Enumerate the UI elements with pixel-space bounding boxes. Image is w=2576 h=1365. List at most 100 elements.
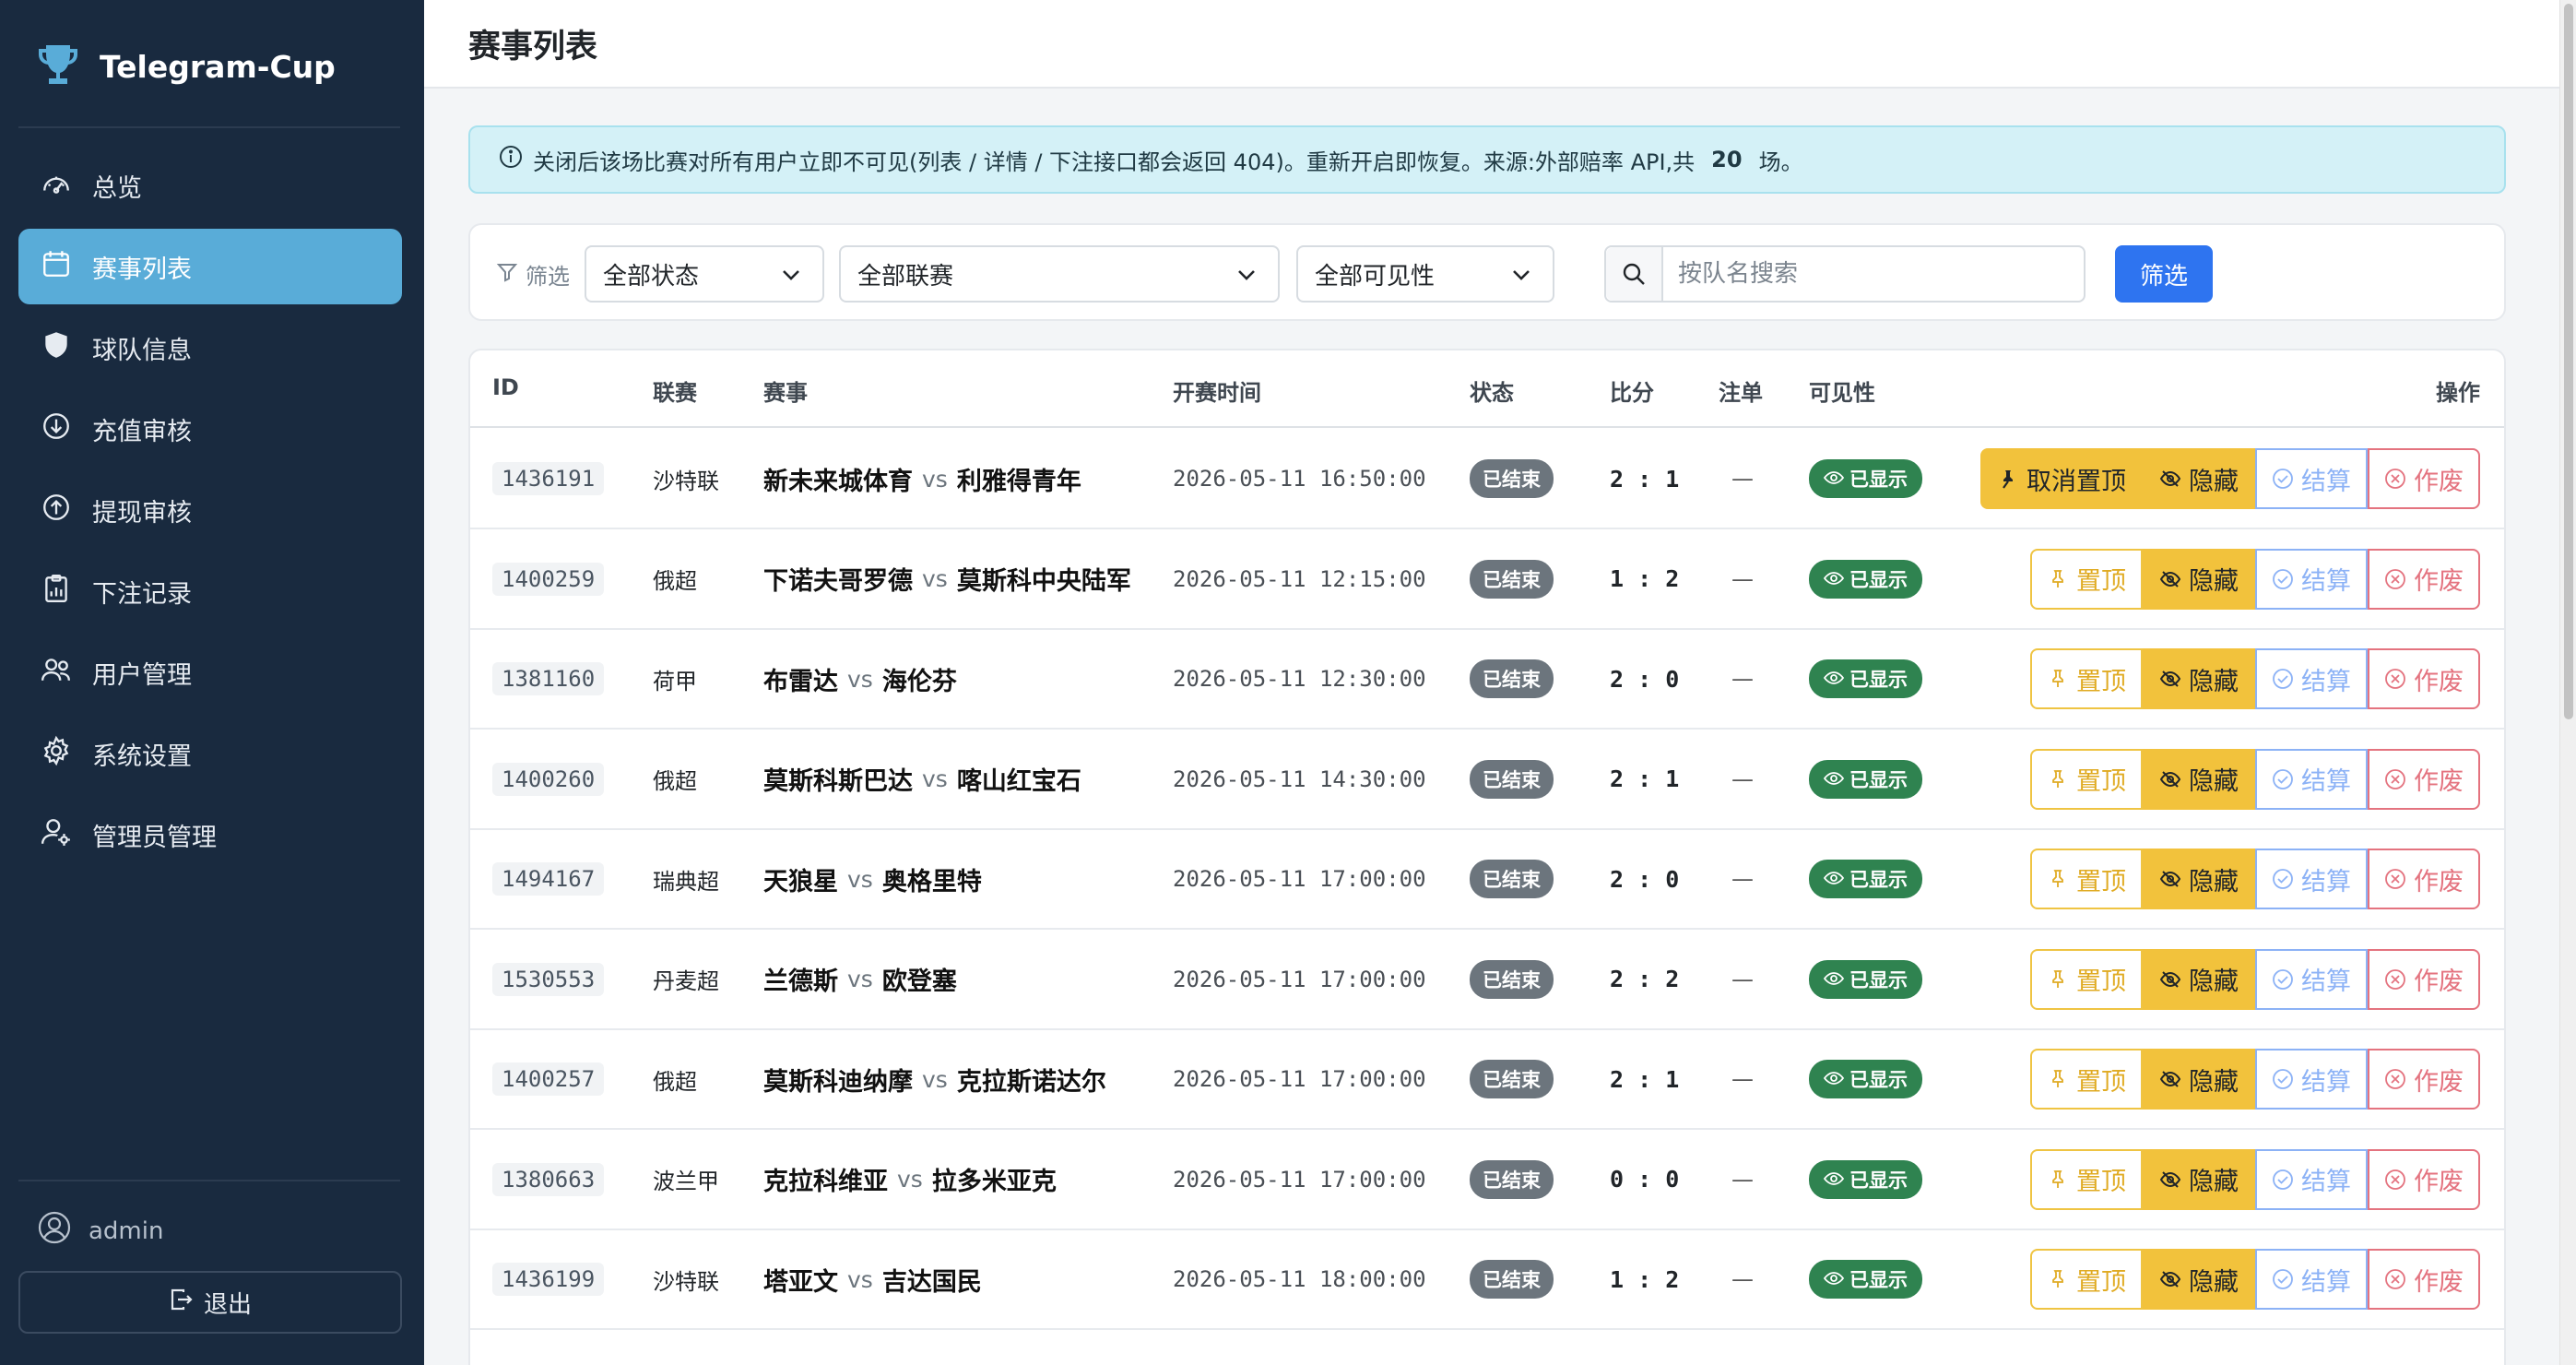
sidebar-item-overview[interactable]: 总览 [18,148,402,223]
vs-label: vs [922,465,948,493]
check-circle-icon [2272,668,2294,690]
settle-button[interactable]: 结算 [2255,948,2368,1010]
scrollbar-thumb[interactable] [2564,4,2573,719]
pin-button[interactable]: 置顶 [2030,948,2143,1010]
match-teams: 下诺夫哥罗德 vs 莫斯科中央陆军 [763,530,1131,628]
hide-button[interactable]: 隐藏 [2143,648,2255,709]
eye-icon [1823,568,1845,590]
void-button[interactable]: 作废 [2368,849,2480,909]
pin-button[interactable]: 置顶 [2030,1249,2143,1310]
unpin-button[interactable]: 取消置顶 [1980,448,2143,509]
search-input[interactable] [1663,247,2084,301]
void-button[interactable]: 作废 [2368,748,2480,810]
sidebar-divider [18,1180,400,1181]
visibility-badge: 已显示 [1809,459,1922,498]
eye-slash-icon [2159,568,2181,590]
settle-button[interactable]: 结算 [2255,1049,2368,1110]
match-id: 1436199 [492,1263,605,1296]
settle-button[interactable]: 结算 [2255,748,2368,810]
hide-button[interactable]: 隐藏 [2143,1049,2255,1110]
vs-label: vs [847,1265,873,1293]
match-teams: 天狼星 vs 奥格里特 [763,830,982,928]
void-button[interactable]: 作废 [2368,648,2480,709]
visibility-badge: 已显示 [1809,1159,1922,1199]
void-button[interactable]: 作废 [2368,1249,2480,1310]
sidebar-item-admins[interactable]: 管理员管理 [18,797,402,872]
void-button[interactable]: 作废 [2368,1148,2480,1210]
sidebar-item-teams[interactable]: 球队信息 [18,310,402,386]
void-button[interactable]: 作废 [2368,1049,2480,1110]
sidebar-item-label: 管理员管理 [92,823,217,852]
brand[interactable]: Telegram-Cup [37,41,336,92]
logout-button[interactable]: 退出 [18,1271,402,1334]
status-badge: 已结束 [1470,1060,1554,1098]
void-button-label: 作废 [2414,1168,2464,1196]
status-select[interactable]: 全部状态 [585,245,824,303]
hide-button[interactable]: 隐藏 [2143,1249,2255,1310]
hide-button[interactable]: 隐藏 [2143,948,2255,1010]
match-id: 1400259 [492,562,605,596]
hide-button[interactable]: 隐藏 [2143,748,2255,810]
pin-button[interactable]: 置顶 [2030,1049,2143,1110]
visibility-badge: 已显示 [1809,1260,1922,1299]
arrow-up-circle-icon [41,492,72,529]
match-teams: 莫斯科斯巴达 vs 喀山红宝石 [763,730,1081,828]
eye-icon [1823,468,1845,490]
visibility-select[interactable]: 全部可见性 [1296,245,1554,303]
match-league: 波兰甲 [653,1169,719,1194]
settle-button[interactable]: 结算 [2255,1249,2368,1310]
sidebar-item-users[interactable]: 用户管理 [18,635,402,710]
hide-button[interactable]: 隐藏 [2143,849,2255,909]
check-circle-icon [2272,468,2294,490]
league-select[interactable]: 全部联赛 [839,245,1280,303]
arrow-down-circle-icon [41,410,72,448]
pin-button[interactable]: 置顶 [2030,849,2143,909]
sidebar-item-matches[interactable]: 赛事列表 [18,229,402,304]
match-score: 2 : 2 [1610,966,1680,992]
x-circle-icon [2384,968,2406,991]
void-button[interactable]: 作废 [2368,548,2480,610]
match-league: 瑞典超 [653,868,719,895]
col-match: 赛事 [763,380,808,406]
settle-button[interactable]: 结算 [2255,648,2368,709]
settle-button-label: 结算 [2301,767,2351,796]
away-team: 海伦芬 [881,667,957,696]
pin-button[interactable]: 置顶 [2030,648,2143,709]
page-scrollbar[interactable] [2559,0,2576,1365]
x-circle-icon [2384,468,2406,490]
void-button[interactable]: 作废 [2368,948,2480,1010]
settle-button[interactable]: 结算 [2255,1148,2368,1210]
pin-button[interactable]: 置顶 [2030,548,2143,610]
visibility-badge: 已显示 [1809,860,1922,898]
pin-button[interactable]: 置顶 [2030,1148,2143,1210]
match-league: 荷甲 [653,668,697,694]
void-button[interactable]: 作废 [2368,448,2480,509]
check-circle-icon [2272,1169,2294,1191]
match-teams: 塔亚文 vs 吉达国民 [763,1230,982,1328]
settle-button[interactable]: 结算 [2255,849,2368,909]
match-score: 1 : 2 [1610,565,1680,592]
match-league: 丹麦超 [653,968,719,994]
pin-button[interactable]: 置顶 [2030,748,2143,810]
settle-button[interactable]: 结算 [2255,548,2368,610]
info-icon [498,144,524,175]
hide-button[interactable]: 隐藏 [2143,448,2255,509]
match-score: 2 : 0 [1610,665,1680,693]
sidebar-item-settings[interactable]: 系统设置 [18,716,402,791]
bet-count: — [1731,565,1754,592]
sidebar-item-withdraw-review[interactable]: 提现审核 [18,472,402,548]
hide-button[interactable]: 隐藏 [2143,1148,2255,1210]
pin-button-label: 置顶 [2076,1267,2126,1297]
alert-text: 关闭后该场比赛对所有用户立即不可见(列表 / 详情 / 下注接口都会返回 404… [533,148,1696,175]
hide-button-label: 隐藏 [2189,467,2239,496]
sidebar-item-bet-records[interactable]: 下注记录 [18,553,402,629]
settle-button-label: 结算 [2301,967,2351,996]
check-circle-icon [2272,768,2294,790]
settle-button[interactable]: 结算 [2255,448,2368,509]
filter-button[interactable]: 筛选 [2115,245,2213,303]
sidebar-item-deposit-review[interactable]: 充值审核 [18,391,402,467]
bet-count: — [1731,1066,1754,1092]
match-league: 俄超 [653,568,697,594]
hide-button[interactable]: 隐藏 [2143,548,2255,610]
vs-label: vs [922,766,948,792]
